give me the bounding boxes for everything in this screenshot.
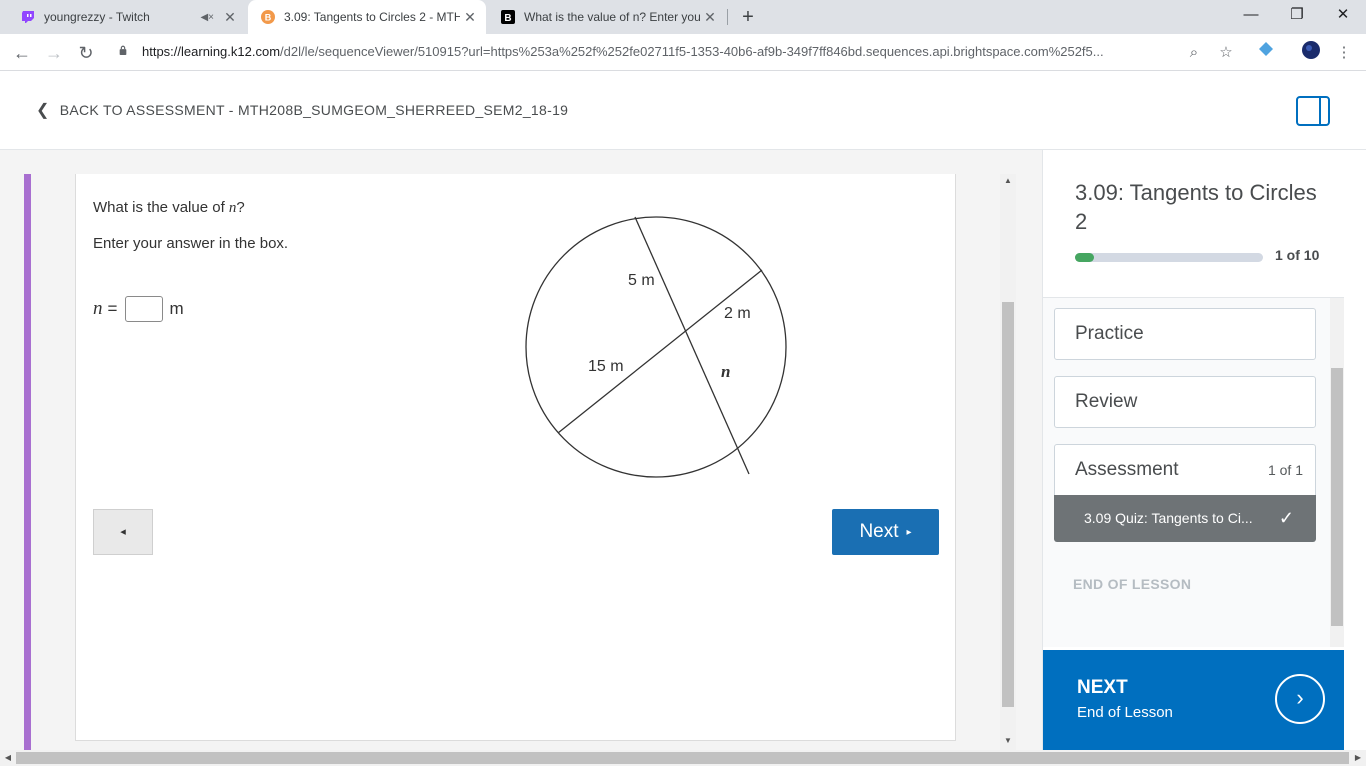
profile-avatar[interactable] <box>1298 40 1324 66</box>
back-label: BACK TO ASSESSMENT - MTH208B_SUMGEOM_SHE… <box>59 102 569 118</box>
new-tab-button[interactable]: + <box>737 4 759 30</box>
browser-toolbar: ← → ↻ https://learning.k12.com/d2l/le/se… <box>0 34 1366 71</box>
close-window-icon[interactable]: ✕ <box>1320 0 1366 30</box>
sidebar-subitem-quiz[interactable]: 3.09 Quiz: Tangents to Ci... ✓ <box>1046 495 1316 542</box>
tab-separator <box>727 9 728 25</box>
next-title: NEXT <box>1077 677 1128 698</box>
scroll-thumb[interactable] <box>1002 302 1014 707</box>
right-gutter <box>1344 150 1366 750</box>
checkmark-icon: ✓ <box>1278 508 1294 528</box>
brainly-icon: B <box>500 9 516 25</box>
prompt-text: What is the value of <box>93 199 229 216</box>
horizontal-scrollbar[interactable]: ◀ ▶ <box>0 750 1366 766</box>
answer-input[interactable] <box>125 296 164 322</box>
answer-unit: m <box>169 299 184 318</box>
tab-title: youngrezzy - Twitch <box>44 10 150 24</box>
scroll-up-icon[interactable]: ▲ <box>1000 176 1016 185</box>
horizontal-scroll-thumb[interactable] <box>16 752 1349 764</box>
subitem-label: 3.09 Quiz: Tangents to Ci... <box>1084 510 1253 526</box>
play-arrow-icon: ▸ <box>906 526 912 538</box>
prompt-suffix: ? <box>236 199 245 216</box>
equals-sign: = <box>107 299 118 318</box>
svg-text:B: B <box>504 13 511 24</box>
scroll-left-icon[interactable]: ◀ <box>0 750 16 766</box>
back-arrow-icon[interactable]: ← <box>9 40 35 66</box>
question-instruction: Enter your answer in the box. <box>93 235 289 252</box>
zoom-icon[interactable]: ⌕ <box>1181 40 1207 66</box>
circle-figure: 5 m 2 m 15 m n <box>525 216 787 478</box>
chevron-right-icon: › <box>1275 674 1325 724</box>
item-count: 1 of 1 <box>1267 462 1303 478</box>
previous-button[interactable]: ◂ <box>93 509 153 555</box>
activity-list: Practice Review Assessment 1 of 1 3.09 Qu… <box>1043 297 1345 647</box>
sidebar-scrollbar[interactable] <box>1330 298 1344 647</box>
tab-title: What is the value of n? Enter you <box>524 10 700 24</box>
answer-variable: n <box>93 298 103 319</box>
scroll-down-icon[interactable]: ▼ <box>1000 736 1016 745</box>
sidebar-item-assessment[interactable]: Assessment 1 of 1 <box>1054 444 1316 496</box>
brightspace-icon: B <box>260 9 276 25</box>
progress-text: 1 of 10 <box>1275 247 1320 263</box>
url-path: /d2l/le/sequenceViewer/510915?url=https%… <box>280 44 1104 59</box>
label-n: n <box>721 362 730 381</box>
menu-dots-icon[interactable]: ⋮ <box>1331 40 1357 66</box>
svg-text:B: B <box>265 13 272 23</box>
next-button[interactable]: Next ▸ <box>832 509 939 555</box>
item-label: Assessment <box>1075 459 1179 480</box>
reload-icon[interactable]: ↻ <box>73 40 99 66</box>
back-to-assessment-link[interactable]: ❮ BACK TO ASSESSMENT - MTH208B_SUMGEOM_S… <box>36 100 568 120</box>
progress-bar <box>1075 253 1263 262</box>
close-icon[interactable]: ✕ <box>220 9 240 26</box>
selection-pointer <box>1046 511 1054 527</box>
browser-tab-strip: youngrezzy - Twitch ◀× ✕ B 3.09: Tangent… <box>0 0 1366 34</box>
extension-icon[interactable] <box>1253 40 1279 66</box>
tab-brainly[interactable]: B What is the value of n? Enter you ✕ <box>488 0 726 34</box>
answer-row: n = m <box>93 296 184 322</box>
tab-twitch[interactable]: youngrezzy - Twitch ◀× ✕ <box>8 0 246 34</box>
end-of-lesson-label: END OF LESSON <box>1073 576 1192 592</box>
next-subtitle: End of Lesson <box>1077 704 1173 721</box>
sidebar-item-practice[interactable]: Practice <box>1054 308 1316 360</box>
content-scrollbar[interactable]: ▲ ▼ <box>1000 174 1016 750</box>
label-2m: 2 m <box>724 305 751 322</box>
forward-arrow-icon[interactable]: → <box>41 40 67 66</box>
sidebar-scroll-thumb[interactable] <box>1331 368 1343 626</box>
twitch-icon <box>20 9 36 25</box>
chevron-left-icon: ❮ <box>36 102 50 119</box>
progress-fill <box>1075 253 1094 262</box>
bookmark-star-icon[interactable]: ☆ <box>1213 40 1239 66</box>
speaker-muted-icon[interactable]: ◀× <box>200 12 214 23</box>
question-card: What is the value of n? Enter your answe… <box>75 174 956 741</box>
toggle-sidebar-icon[interactable] <box>1296 96 1330 126</box>
tab-tangents[interactable]: B 3.09: Tangents to Circles 2 - MTH ✕ <box>248 0 486 34</box>
page-header: ❮ BACK TO ASSESSMENT - MTH208B_SUMGEOM_S… <box>0 72 1366 150</box>
label-5m: 5 m <box>628 272 655 289</box>
next-lesson-button[interactable]: NEXT End of Lesson › <box>1043 650 1345 750</box>
content-area: What is the value of n? Enter your answe… <box>0 150 1042 750</box>
scroll-right-icon[interactable]: ▶ <box>1350 750 1366 766</box>
lesson-title: 3.09: Tangents to Circles 2 <box>1075 180 1317 234</box>
item-label: Practice <box>1075 323 1144 344</box>
url-host: https://learning.k12.com <box>142 44 281 59</box>
question-prompt: What is the value of n? <box>93 199 245 217</box>
item-label: Review <box>1075 391 1138 412</box>
close-icon[interactable]: ✕ <box>700 9 720 26</box>
sidebar-item-review[interactable]: Review <box>1054 376 1316 428</box>
lesson-sidebar: 3.09: Tangents to Circles 2 1 of 10 Prac… <box>1042 150 1345 750</box>
address-bar[interactable]: https://learning.k12.com/d2l/le/sequence… <box>142 44 1177 59</box>
next-label: Next <box>859 521 899 542</box>
restore-icon[interactable]: ❐ <box>1274 0 1320 30</box>
tab-title: 3.09: Tangents to Circles 2 - MTH <box>284 10 460 24</box>
accent-bar <box>24 174 31 750</box>
lock-icon[interactable] <box>118 45 128 55</box>
label-15m: 15 m <box>588 358 624 375</box>
minimize-icon[interactable]: — <box>1228 0 1274 30</box>
close-icon[interactable]: ✕ <box>460 9 480 26</box>
